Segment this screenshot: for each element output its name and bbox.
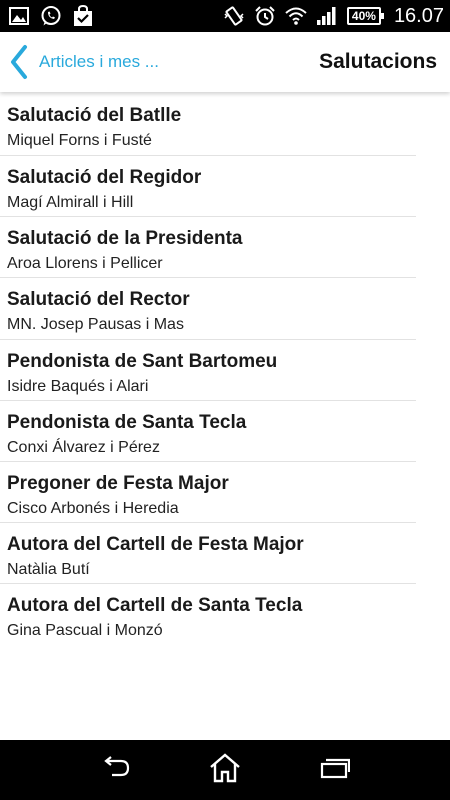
nav-back-button[interactable] <box>90 745 140 795</box>
action-bar: Articles i mes ... Salutacions <box>0 32 450 92</box>
item-title: Salutació de la Presidenta <box>7 228 243 250</box>
list-item[interactable]: Autora del Cartell de Festa Major Natàli… <box>0 523 416 585</box>
item-subtitle: Aroa Llorens i Pellicer <box>7 255 163 273</box>
greetings-list: Salutació del Batlle Miquel Forns i Fust… <box>0 92 450 646</box>
list-item[interactable]: Pendonista de Santa Tecla Conxi Álvarez … <box>0 401 416 462</box>
item-subtitle: Gina Pascual i Monzó <box>7 622 163 640</box>
back-button[interactable]: Articles i mes ... <box>0 43 159 81</box>
item-subtitle: MN. Josep Pausas i Mas <box>7 316 184 334</box>
nav-home-button[interactable] <box>200 745 250 795</box>
status-left <box>8 5 94 27</box>
back-icon <box>99 755 131 785</box>
item-title: Salutació del Batlle <box>7 105 182 126</box>
item-subtitle: Natàlia Butí <box>7 561 90 579</box>
shopping-bag-icon <box>72 5 94 27</box>
page-title: Salutacions <box>319 50 437 73</box>
list-item[interactable]: Pregoner de Festa Major Cisco Arbonés i … <box>0 462 416 524</box>
list-item[interactable]: Salutació de la Presidenta Aroa Llorens … <box>0 217 416 279</box>
nav-recent-apps-button[interactable] <box>310 745 360 795</box>
item-title: Pendonista de Santa Tecla <box>7 411 247 433</box>
item-title: Pendonista de Sant Bartomeu <box>7 350 278 372</box>
battery-indicator: 40% <box>346 7 384 25</box>
back-label: Articles i mes ... <box>39 52 159 71</box>
item-subtitle: Isidre Baqués i Alari <box>7 377 149 395</box>
item-subtitle: Conxi Álvarez i Pérez <box>7 438 160 456</box>
home-icon <box>208 752 242 788</box>
wifi-icon <box>285 5 307 27</box>
status-bar: 40% 16.07 <box>0 0 450 32</box>
item-title: Pregoner de Festa Major <box>7 472 229 494</box>
image-icon <box>8 5 30 27</box>
signal-icon <box>316 5 338 27</box>
whatsapp-icon <box>40 5 62 27</box>
status-right: 40% 16.07 <box>223 5 444 28</box>
item-title: Salutació del Regidor <box>7 167 202 188</box>
list-item[interactable]: Salutació del Batlle Miquel Forns i Fust… <box>0 92 416 156</box>
list-item[interactable]: Pendonista de Sant Bartomeu Isidre Baqué… <box>0 340 416 401</box>
item-subtitle: Miquel Forns i Fusté <box>7 132 152 149</box>
item-subtitle: Cisco Arbonés i Heredia <box>7 499 179 517</box>
vibrate-icon <box>223 5 245 27</box>
chevron-left-icon <box>8 43 30 81</box>
navigation-bar <box>0 740 450 800</box>
item-subtitle: Magí Almirall i Hill <box>7 194 134 211</box>
list-item[interactable]: Autora del Cartell de Santa Tecla Gina P… <box>0 584 416 645</box>
list-item[interactable]: Salutació del Rector MN. Josep Pausas i … <box>0 278 416 340</box>
status-time: 16.07 <box>393 4 444 27</box>
item-title: Autora del Cartell de Festa Major <box>7 534 304 556</box>
item-title: Salutació del Rector <box>7 289 190 311</box>
item-title: Autora del Cartell de Santa Tecla <box>7 595 303 617</box>
recent-apps-icon <box>320 757 351 784</box>
list-item[interactable]: Salutació del Regidor Magí Almirall i Hi… <box>0 156 416 218</box>
alarm-icon <box>254 5 276 27</box>
